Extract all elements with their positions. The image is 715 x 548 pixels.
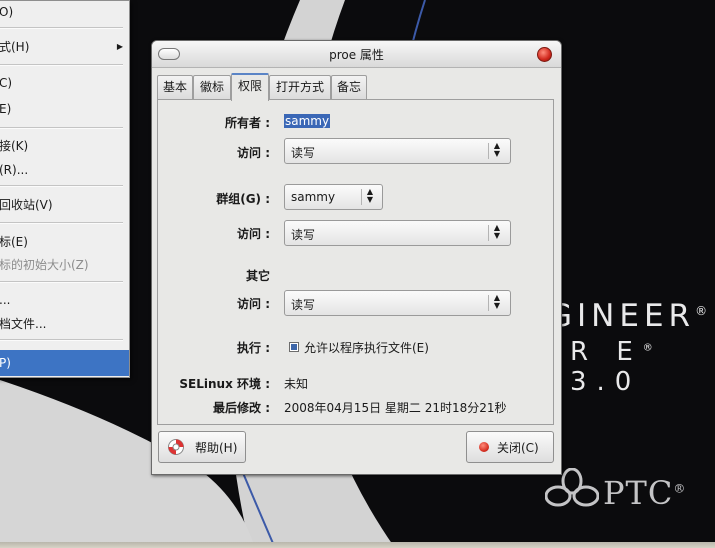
menu-item-copy[interactable]: E) <box>0 98 129 120</box>
group-select[interactable]: sammy ▲ ▼ <box>284 184 383 210</box>
menu-separator <box>0 281 123 283</box>
updown-arrow-icon: ▲ ▼ <box>493 293 501 310</box>
tab-permissions[interactable]: 权限 <box>231 73 269 101</box>
menu-item-make-link[interactable]: 接(K) <box>0 135 129 157</box>
execute-label: 执行 : <box>237 341 270 355</box>
owner-label: 所有者 : <box>225 116 270 130</box>
combo-separator <box>488 225 489 241</box>
brand-text-gineer: GINEER® <box>548 298 708 334</box>
group-access-value: 读写 <box>291 228 316 242</box>
combo-separator <box>488 143 489 159</box>
submenu-arrow-icon: ▶ <box>116 42 123 51</box>
menu-item-archive[interactable]: 档文件... <box>0 313 129 335</box>
menu-item-rename[interactable]: (R)... <box>0 159 129 181</box>
menu-separator <box>0 64 123 66</box>
owner-access-value: 读写 <box>291 146 316 160</box>
taskbar-edge <box>0 542 715 548</box>
tab-emblems[interactable]: 徽标 <box>193 75 231 99</box>
selinux-value: 未知 <box>284 377 309 391</box>
group-access-select[interactable]: 读写 ▲ ▼ <box>284 220 511 246</box>
context-menu: O) 式(H) ▶ C) E) 接(K) (R)... 回收站(V) 标(E) … <box>0 0 130 378</box>
menu-item-cut[interactable]: C) <box>0 72 129 94</box>
window-close-icon[interactable] <box>537 47 552 62</box>
close-button-label: 关闭(C) <box>497 441 539 455</box>
updown-arrow-icon: ▲ ▼ <box>493 141 501 158</box>
brand-text-version: R E® 3.0 <box>570 337 653 397</box>
updown-arrow-icon: ▲ ▼ <box>366 187 374 204</box>
window-title: proe 属性 <box>329 48 384 62</box>
execute-checkbox-label[interactable]: 允许以程序执行文件(E) <box>304 339 429 356</box>
group-value: sammy <box>291 190 336 204</box>
menu-item-move-to-trash[interactable]: 回收站(V) <box>0 194 129 216</box>
modified-value: 2008年04月15日 星期二 21时18分21秒 <box>284 401 507 415</box>
menu-separator <box>0 27 123 29</box>
menu-separator <box>0 185 123 187</box>
combo-separator <box>488 295 489 311</box>
group-access-label: 访问 : <box>237 227 270 241</box>
modified-label: 最后修改 : <box>213 401 270 415</box>
menu-separator <box>0 339 123 341</box>
menu-item-restore-icon-size[interactable]: 标的初始大小(Z) <box>0 254 129 276</box>
tab-notes[interactable]: 备忘 <box>331 75 367 99</box>
owner-access-select[interactable]: 读写 ▲ ▼ <box>284 138 511 164</box>
menu-item-icon-action[interactable]: ... <box>0 289 129 311</box>
selinux-label: SELinux 环境 : <box>179 377 270 391</box>
menu-item-properties[interactable]: P) <box>0 350 129 376</box>
help-button[interactable]: 帮助(H) <box>158 431 246 463</box>
group-label: 群组(G) : <box>216 192 270 206</box>
others-access-label: 访问 : <box>237 297 270 311</box>
combo-separator <box>361 189 362 205</box>
others-access-value: 读写 <box>291 298 316 312</box>
menu-item-stretch-icon[interactable]: 标(E) <box>0 231 129 253</box>
close-button[interactable]: 关闭(C) <box>466 431 554 463</box>
menu-separator <box>0 222 123 224</box>
menu-separator <box>0 127 123 129</box>
tab-basic[interactable]: 基本 <box>157 75 193 99</box>
help-lifebuoy-icon <box>168 439 184 455</box>
permissions-panel: 所有者 : sammy 访问 : 读写 ▲ ▼ 群组(G) : sammy ▲ ▼ … <box>157 99 554 425</box>
others-label: 其它 <box>245 269 270 283</box>
menu-item-open[interactable]: O) <box>0 1 129 23</box>
updown-arrow-icon: ▲ ▼ <box>493 223 501 240</box>
execute-checkbox[interactable] <box>289 342 299 352</box>
menu-item-open-with[interactable]: 式(H) ▶ <box>0 36 129 58</box>
title-bar[interactable]: proe 属性 <box>152 41 561 68</box>
others-access-select[interactable]: 读写 ▲ ▼ <box>284 290 511 316</box>
properties-dialog: proe 属性 基本 徽标 权限 打开方式 备忘 所有者 : sammy 访问 … <box>151 40 562 475</box>
tab-open-with[interactable]: 打开方式 <box>269 75 331 99</box>
owner-access-label: 访问 : <box>237 146 270 160</box>
owner-value[interactable]: sammy <box>284 114 331 128</box>
close-icon <box>479 442 489 452</box>
help-button-label: 帮助(H) <box>195 441 238 455</box>
